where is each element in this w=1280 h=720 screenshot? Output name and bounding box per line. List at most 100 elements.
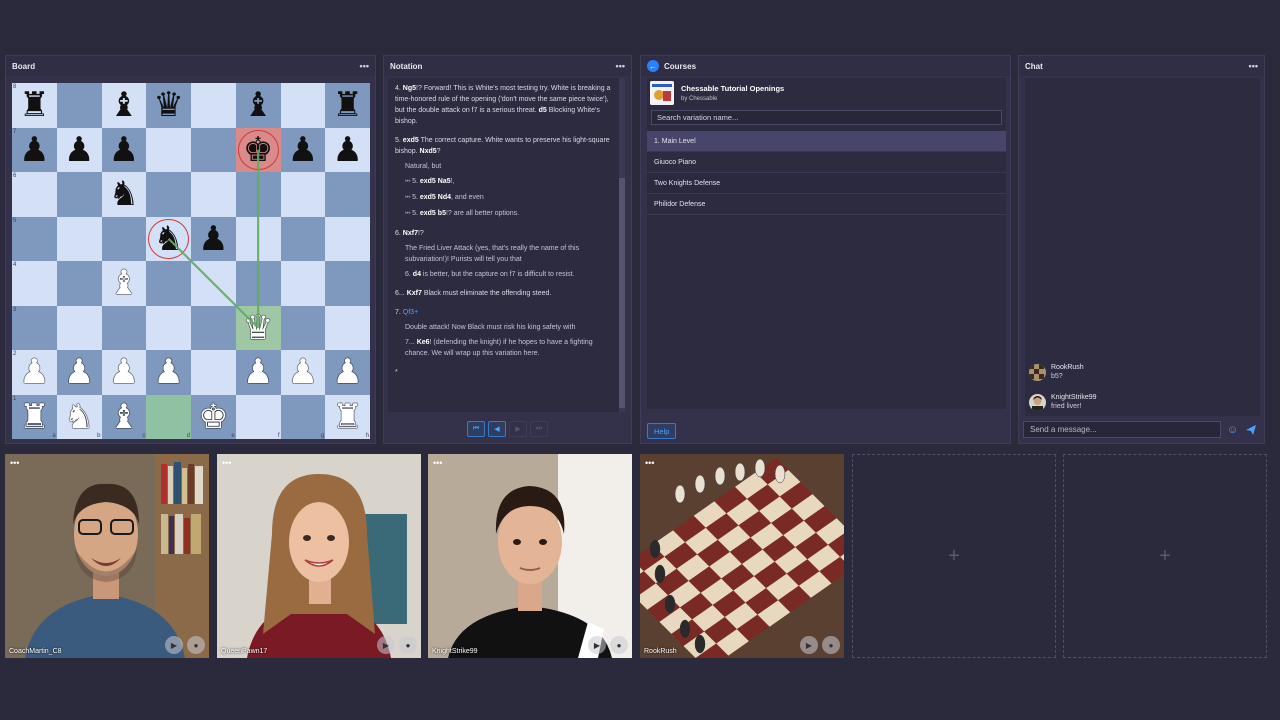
camera-icon[interactable]: ▶ xyxy=(588,636,606,654)
square-c7[interactable]: ♟ xyxy=(101,127,147,172)
square-a6[interactable]: 6 xyxy=(12,172,57,217)
black-bishop-icon[interactable]: ♝ xyxy=(109,88,139,122)
white-pawn-icon[interactable]: ♟ xyxy=(153,355,183,389)
square-f6[interactable] xyxy=(235,172,281,217)
square-e7[interactable] xyxy=(191,127,236,172)
square-f1[interactable]: f xyxy=(235,394,281,439)
back-arrow-icon[interactable]: ← xyxy=(647,60,659,72)
square-g5[interactable] xyxy=(280,216,326,261)
square-d2[interactable]: ♟ xyxy=(146,350,191,395)
square-h1[interactable]: h ♜ xyxy=(325,394,370,439)
square-g4[interactable] xyxy=(280,261,326,306)
empty-video-slot[interactable]: + xyxy=(1063,454,1267,658)
prev-move-button[interactable]: ◀ xyxy=(488,421,506,437)
microphone-icon[interactable]: ● xyxy=(822,636,840,654)
square-h4[interactable] xyxy=(325,261,370,306)
square-h5[interactable] xyxy=(325,216,370,261)
empty-video-slot[interactable]: + xyxy=(852,454,1056,658)
square-e3[interactable] xyxy=(191,305,236,350)
square-a5[interactable]: 5 xyxy=(12,216,57,261)
square-a2[interactable]: 2 ♟ xyxy=(12,350,57,395)
white-pawn-icon[interactable]: ♟ xyxy=(332,355,362,389)
chat-message-input[interactable]: Send a message... xyxy=(1023,421,1221,438)
square-b8[interactable] xyxy=(56,83,102,128)
black-rook-icon[interactable]: ♜ xyxy=(332,88,362,122)
notation-scrollbar[interactable] xyxy=(619,78,625,412)
last-move-button[interactable]: ⏭ xyxy=(530,421,548,437)
move-token[interactable]: Ng5 xyxy=(403,85,416,92)
first-move-button[interactable]: ⏮ xyxy=(467,421,485,437)
emoji-icon[interactable]: ☺ xyxy=(1226,423,1239,436)
variation-item[interactable]: Philidor Defense xyxy=(647,194,1006,215)
square-f5[interactable] xyxy=(235,216,281,261)
black-rook-icon[interactable]: ♜ xyxy=(19,88,49,122)
move-token[interactable]: Nxd5 xyxy=(420,148,437,155)
square-c5[interactable] xyxy=(101,216,147,261)
square-e2[interactable] xyxy=(191,350,236,395)
square-h6[interactable] xyxy=(325,172,370,217)
square-d5[interactable]: ♞ xyxy=(146,216,191,261)
black-queen-icon[interactable]: ♛ xyxy=(153,88,183,122)
camera-icon[interactable]: ▶ xyxy=(800,636,818,654)
move-token[interactable]: exd5 xyxy=(403,137,419,144)
square-h8[interactable]: ♜ xyxy=(325,83,370,128)
square-c8[interactable]: ♝ xyxy=(101,83,147,128)
square-a1[interactable]: 1 a ♜ xyxy=(12,394,57,439)
square-g1[interactable]: g xyxy=(280,394,326,439)
white-bishop-icon[interactable]: ♝ xyxy=(109,266,139,300)
square-b7[interactable]: ♟ xyxy=(56,127,102,172)
microphone-icon[interactable]: ● xyxy=(399,636,417,654)
square-f4[interactable] xyxy=(235,261,281,306)
chat-menu-icon[interactable]: ••• xyxy=(1249,61,1258,71)
square-f8[interactable]: ♝ xyxy=(235,83,281,128)
next-move-button[interactable]: ▶ xyxy=(509,421,527,437)
square-a8[interactable]: 8 ♜ xyxy=(12,83,57,128)
square-c4[interactable]: ♝ xyxy=(101,261,147,306)
tile-menu-icon[interactable]: ••• xyxy=(645,459,654,468)
white-bishop-icon[interactable]: ♝ xyxy=(109,400,139,434)
camera-icon[interactable]: ▶ xyxy=(377,636,395,654)
white-pawn-icon[interactable]: ♟ xyxy=(288,355,318,389)
square-d4[interactable] xyxy=(146,261,191,306)
chessboard[interactable]: 8 ♜ ♝ ♛ ♝ ♜ 7 ♟ ♟ ♟ ♚ ♟ ♟ 6 ♞ 5 ♞ ♟ 4 ♝ 3 ♛ 2 ♟ ♟ ♟ ♟ ♟ ♟ ♟ 1 a ♜ b ♞ c ♝ d e ♚… xyxy=(12,83,370,439)
variation-item[interactable]: Giuoco Piano xyxy=(647,152,1006,173)
square-h2[interactable]: ♟ xyxy=(325,350,370,395)
variation-item[interactable]: 1. Main Level xyxy=(647,131,1006,152)
black-pawn-icon[interactable]: ♟ xyxy=(198,222,228,256)
square-g6[interactable] xyxy=(280,172,326,217)
move-token[interactable]: d4 xyxy=(413,271,421,278)
square-e1[interactable]: e ♚ xyxy=(191,394,236,439)
square-d1[interactable]: d xyxy=(146,394,191,439)
white-rook-icon[interactable]: ♜ xyxy=(19,400,49,434)
tile-menu-icon[interactable]: ••• xyxy=(222,459,231,468)
black-pawn-icon[interactable]: ♟ xyxy=(288,133,318,167)
move-token[interactable]: Kxf7 xyxy=(407,290,422,297)
square-a7[interactable]: 7 ♟ xyxy=(12,127,57,172)
video-tile[interactable]: ••• KnightStrike99 ▶ ● xyxy=(428,454,632,658)
square-e6[interactable] xyxy=(191,172,236,217)
square-d3[interactable] xyxy=(146,305,191,350)
send-icon[interactable] xyxy=(1244,423,1257,436)
microphone-icon[interactable]: ● xyxy=(187,636,205,654)
move-token[interactable]: b5 xyxy=(438,210,446,217)
variation-item[interactable]: Two Knights Defense xyxy=(647,173,1006,194)
white-queen-icon[interactable]: ♛ xyxy=(243,311,273,345)
video-tile[interactable]: ••• RookRush ▶ ● xyxy=(640,454,844,658)
square-e4[interactable] xyxy=(191,261,236,306)
white-knight-icon[interactable]: ♞ xyxy=(64,400,94,434)
move-token[interactable]: Nxf7 xyxy=(403,230,418,237)
variation-search-input[interactable]: Search variation name... xyxy=(651,110,1002,125)
square-b1[interactable]: b ♞ xyxy=(56,394,102,439)
square-e5[interactable]: ♟ xyxy=(191,216,236,261)
square-g7[interactable]: ♟ xyxy=(280,127,326,172)
square-c2[interactable]: ♟ xyxy=(101,350,147,395)
move-token[interactable]: exd5 xyxy=(420,210,436,217)
white-rook-icon[interactable]: ♜ xyxy=(332,400,362,434)
square-e8[interactable] xyxy=(191,83,236,128)
board-menu-icon[interactable]: ••• xyxy=(360,61,369,71)
square-d8[interactable]: ♛ xyxy=(146,83,191,128)
video-tile[interactable]: ••• CoachMartin_C8 ▶ ● xyxy=(5,454,209,658)
white-king-icon[interactable]: ♚ xyxy=(198,400,228,434)
square-b3[interactable] xyxy=(56,305,102,350)
camera-icon[interactable]: ▶ xyxy=(165,636,183,654)
